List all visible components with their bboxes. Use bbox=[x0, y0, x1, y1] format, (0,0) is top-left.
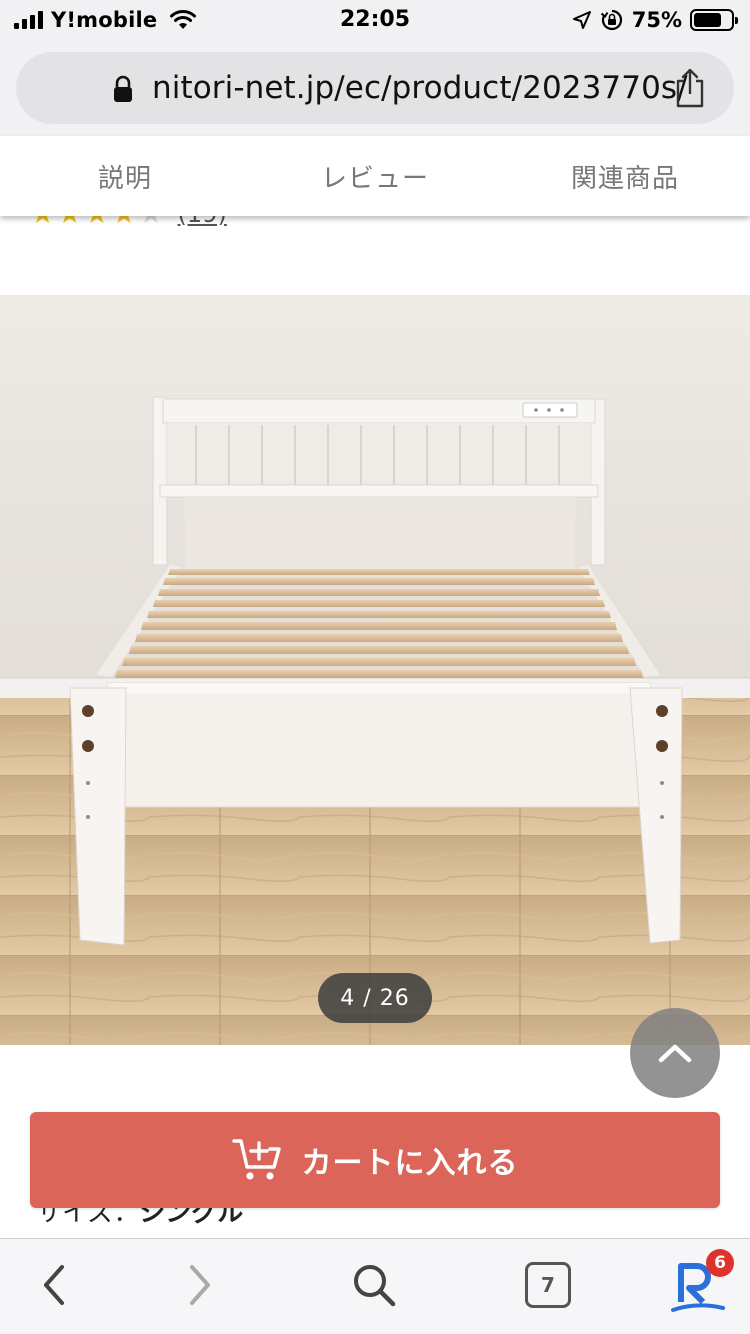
notification-badge: 6 bbox=[706, 1249, 734, 1277]
share-icon[interactable] bbox=[672, 66, 708, 110]
bed-frame-photo bbox=[0, 295, 750, 1045]
battery-icon bbox=[690, 9, 738, 31]
search-icon bbox=[354, 1265, 396, 1307]
status-bar: Y!mobile 22:05 75% bbox=[0, 0, 750, 42]
browser-toolbar: 7 6 bbox=[0, 1238, 750, 1334]
location-arrow-icon bbox=[572, 11, 591, 29]
tab-description[interactable]: 説明 bbox=[0, 136, 250, 216]
address-bar[interactable]: nitori-net.jp/ec/product/2023770s/ bbox=[16, 52, 734, 124]
url-text: nitori-net.jp/ec/product/2023770s/ bbox=[152, 70, 688, 106]
search-button[interactable] bbox=[344, 1255, 404, 1315]
image-counter: 4 / 26 bbox=[318, 973, 432, 1023]
tabs-count: 7 bbox=[525, 1262, 571, 1308]
add-to-cart-label: カートに入れる bbox=[301, 1146, 519, 1181]
rakuten-button[interactable]: 6 bbox=[668, 1249, 734, 1315]
cart-add-icon bbox=[231, 1139, 281, 1180]
scroll-to-top-button[interactable] bbox=[630, 1008, 720, 1098]
page: Y!mobile 22:05 75% nitori-net.jp/ec/prod… bbox=[0, 0, 750, 1334]
add-to-cart-button[interactable]: カートに入れる bbox=[30, 1112, 720, 1208]
chevron-right-icon bbox=[190, 1265, 210, 1305]
tab-reviews[interactable]: レビュー bbox=[250, 136, 500, 216]
product-image[interactable] bbox=[0, 295, 750, 1045]
back-button[interactable] bbox=[24, 1255, 84, 1315]
browser-address-area: nitori-net.jp/ec/product/2023770s/ bbox=[0, 42, 750, 136]
chevron-left-icon bbox=[44, 1265, 64, 1305]
lock-icon bbox=[114, 75, 132, 102]
forward-button[interactable] bbox=[170, 1255, 230, 1315]
battery-percent: 75% bbox=[631, 8, 682, 32]
tab-related-products[interactable]: 関連商品 bbox=[500, 136, 750, 216]
rotation-lock-icon bbox=[600, 9, 622, 31]
product-tabs: 説明 レビュー 関連商品 bbox=[0, 136, 750, 216]
status-right: 75% bbox=[572, 8, 738, 32]
battery-fill bbox=[694, 13, 721, 27]
tabs-button[interactable]: 7 bbox=[518, 1255, 578, 1315]
chevron-up-icon bbox=[658, 1044, 692, 1063]
